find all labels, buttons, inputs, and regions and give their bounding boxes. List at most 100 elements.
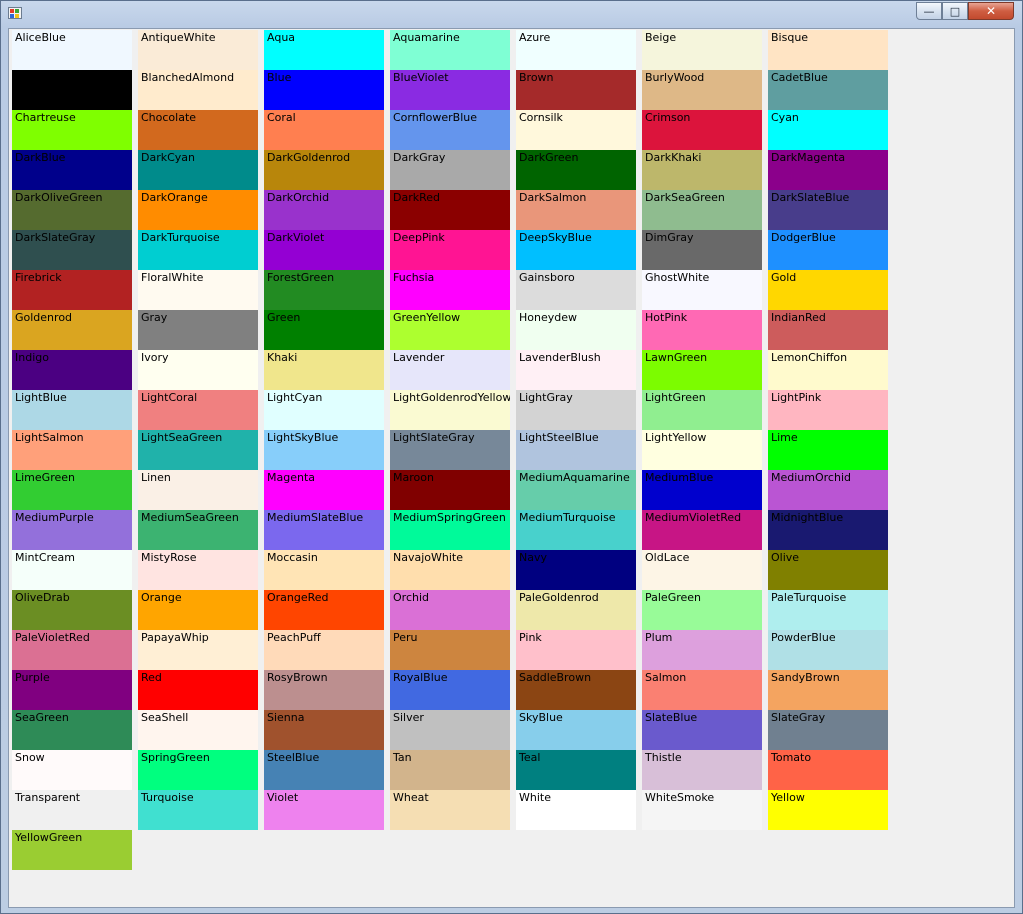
color-swatch-darkolivegreen: DarkOliveGreen bbox=[12, 190, 132, 230]
color-swatch-red: Red bbox=[138, 670, 258, 710]
color-swatch-darkgreen: DarkGreen bbox=[516, 150, 636, 190]
color-swatch-lemonchiffon: LemonChiffon bbox=[768, 350, 888, 390]
color-swatch-pink: Pink bbox=[516, 630, 636, 670]
color-swatch-navajowhite: NavajoWhite bbox=[390, 550, 510, 590]
color-swatch-sandybrown: SandyBrown bbox=[768, 670, 888, 710]
color-swatch-darkorchid: DarkOrchid bbox=[264, 190, 384, 230]
color-swatch-olivedrab: OliveDrab bbox=[12, 590, 132, 630]
color-swatch-darkorange: DarkOrange bbox=[138, 190, 258, 230]
color-swatch-mediumblue: MediumBlue bbox=[642, 470, 762, 510]
app-icon[interactable] bbox=[8, 7, 22, 19]
color-swatch-purple: Purple bbox=[12, 670, 132, 710]
color-swatch-seagreen: SeaGreen bbox=[12, 710, 132, 750]
color-swatch-mistyrose: MistyRose bbox=[138, 550, 258, 590]
color-swatch-rosybrown: RosyBrown bbox=[264, 670, 384, 710]
color-swatch-saddlebrown: SaddleBrown bbox=[516, 670, 636, 710]
color-swatch-chartreuse: Chartreuse bbox=[12, 110, 132, 150]
color-swatch-indigo: Indigo bbox=[12, 350, 132, 390]
color-swatch-beige: Beige bbox=[642, 30, 762, 70]
color-swatch-forestgreen: ForestGreen bbox=[264, 270, 384, 310]
color-swatch-gainsboro: Gainsboro bbox=[516, 270, 636, 310]
color-swatch-midnightblue: MidnightBlue bbox=[768, 510, 888, 550]
color-swatch-limegreen: LimeGreen bbox=[12, 470, 132, 510]
color-swatch-cornflowerblue: CornflowerBlue bbox=[390, 110, 510, 150]
color-swatch-burlywood: BurlyWood bbox=[642, 70, 762, 110]
color-swatch-darkslateblue: DarkSlateBlue bbox=[768, 190, 888, 230]
color-swatch-mediumslateblue: MediumSlateBlue bbox=[264, 510, 384, 550]
color-swatch-darkseagreen: DarkSeaGreen bbox=[642, 190, 762, 230]
maximize-button[interactable]: □ bbox=[942, 2, 968, 20]
color-swatch-darksalmon: DarkSalmon bbox=[516, 190, 636, 230]
color-swatch-honeydew: Honeydew bbox=[516, 310, 636, 350]
close-button[interactable]: ✕ bbox=[968, 2, 1014, 20]
color-swatch-lightgoldenrodyellow: LightGoldenrodYellow bbox=[390, 390, 510, 430]
minimize-button[interactable]: — bbox=[916, 2, 942, 20]
color-swatch-linen: Linen bbox=[138, 470, 258, 510]
color-swatch-blueviolet: BlueViolet bbox=[390, 70, 510, 110]
color-grid: AliceBlue AntiqueWhite Aqua Aquamarine Azure… bbox=[8, 28, 1015, 908]
color-swatch-lightcyan: LightCyan bbox=[264, 390, 384, 430]
color-swatch-cornsilk: Cornsilk bbox=[516, 110, 636, 150]
color-swatch-mediumvioletred: MediumVioletRed bbox=[642, 510, 762, 550]
color-swatch-ghostwhite: GhostWhite bbox=[642, 270, 762, 310]
title-bar[interactable]: — □ ✕ bbox=[1, 1, 1022, 28]
color-swatch-teal: Teal bbox=[516, 750, 636, 790]
color-swatch-darkred: DarkRed bbox=[390, 190, 510, 230]
color-swatch-darkgoldenrod: DarkGoldenrod bbox=[264, 150, 384, 190]
color-swatch-blanchedalmond: BlanchedAlmond bbox=[138, 70, 258, 110]
color-swatch-cadetblue: CadetBlue bbox=[768, 70, 888, 110]
color-swatch-papayawhip: PapayaWhip bbox=[138, 630, 258, 670]
color-swatch-aqua: Aqua bbox=[264, 30, 384, 70]
color-swatch-transparent: Transparent bbox=[12, 790, 132, 830]
color-swatch-darkmagenta: DarkMagenta bbox=[768, 150, 888, 190]
color-swatch-yellowgreen: YellowGreen bbox=[12, 830, 132, 870]
color-swatch-steelblue: SteelBlue bbox=[264, 750, 384, 790]
color-swatch-greenyellow: GreenYellow bbox=[390, 310, 510, 350]
color-swatch-lightgray: LightGray bbox=[516, 390, 636, 430]
color-swatch-floralwhite: FloralWhite bbox=[138, 270, 258, 310]
color-swatch-magenta: Magenta bbox=[264, 470, 384, 510]
color-swatch-darkblue: DarkBlue bbox=[12, 150, 132, 190]
close-icon: ✕ bbox=[985, 4, 997, 18]
color-swatch-mediumspringgreen: MediumSpringGreen bbox=[390, 510, 510, 550]
color-swatch-orange: Orange bbox=[138, 590, 258, 630]
color-swatch-violet: Violet bbox=[264, 790, 384, 830]
color-swatch-tan: Tan bbox=[390, 750, 510, 790]
window-controls: — □ ✕ bbox=[916, 2, 1014, 20]
color-swatch-sienna: Sienna bbox=[264, 710, 384, 750]
color-swatch-mediumorchid: MediumOrchid bbox=[768, 470, 888, 510]
color-swatch-darkgray: DarkGray bbox=[390, 150, 510, 190]
color-swatch-darkviolet: DarkViolet bbox=[264, 230, 384, 270]
color-swatch-lawngreen: LawnGreen bbox=[642, 350, 762, 390]
color-swatch-palevioletred: PaleVioletRed bbox=[12, 630, 132, 670]
color-swatch-lightcoral: LightCoral bbox=[138, 390, 258, 430]
color-swatch-peru: Peru bbox=[390, 630, 510, 670]
color-swatch-maroon: Maroon bbox=[390, 470, 510, 510]
color-swatch-ivory: Ivory bbox=[138, 350, 258, 390]
color-swatch-mintcream: MintCream bbox=[12, 550, 132, 590]
color-swatch-fuchsia: Fuchsia bbox=[390, 270, 510, 310]
color-swatch-antiquewhite: AntiqueWhite bbox=[138, 30, 258, 70]
color-swatch-lightslategray: LightSlateGray bbox=[390, 430, 510, 470]
color-swatch-royalblue: RoyalBlue bbox=[390, 670, 510, 710]
color-swatch-crimson: Crimson bbox=[642, 110, 762, 150]
color-swatch-mediumaquamarine: MediumAquamarine bbox=[516, 470, 636, 510]
color-swatch-brown: Brown bbox=[516, 70, 636, 110]
color-swatch-lightgreen: LightGreen bbox=[642, 390, 762, 430]
color-swatch-aliceblue: AliceBlue bbox=[12, 30, 132, 70]
color-swatch-lightsteelblue: LightSteelBlue bbox=[516, 430, 636, 470]
color-swatch-black: Black bbox=[12, 70, 132, 110]
color-swatch-coral: Coral bbox=[264, 110, 384, 150]
color-swatch-khaki: Khaki bbox=[264, 350, 384, 390]
color-swatch-silver: Silver bbox=[390, 710, 510, 750]
color-swatch-gold: Gold bbox=[768, 270, 888, 310]
color-swatch-wheat: Wheat bbox=[390, 790, 510, 830]
color-swatch-springgreen: SpringGreen bbox=[138, 750, 258, 790]
color-swatch-snow: Snow bbox=[12, 750, 132, 790]
color-swatch-slategray: SlateGray bbox=[768, 710, 888, 750]
color-swatch-white: White bbox=[516, 790, 636, 830]
color-swatch-mediumpurple: MediumPurple bbox=[12, 510, 132, 550]
color-swatch-plum: Plum bbox=[642, 630, 762, 670]
color-swatch-whitesmoke: WhiteSmoke bbox=[642, 790, 762, 830]
color-swatch-lavenderblush: LavenderBlush bbox=[516, 350, 636, 390]
